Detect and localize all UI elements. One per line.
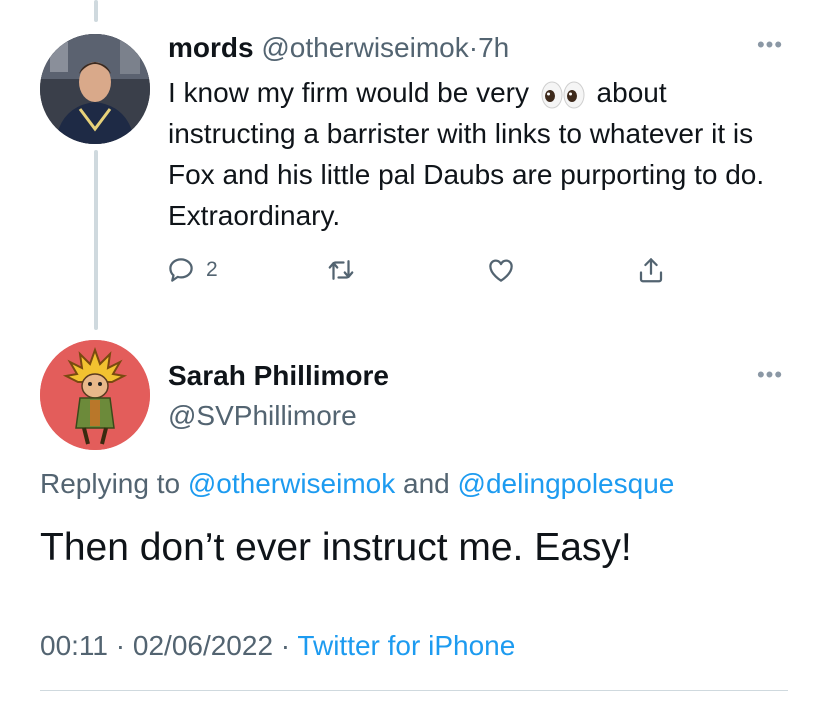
tweet-text: I know my firm would be very about instr… — [168, 72, 788, 236]
reply-icon — [169, 258, 193, 282]
mention-link-delingpolesque[interactable]: @delingpolesque — [458, 468, 675, 499]
separator-dot: · — [273, 630, 298, 661]
cartoon-character-avatar-icon — [40, 340, 150, 450]
tweet-time[interactable]: 7h — [478, 32, 509, 63]
share-icon — [639, 258, 663, 283]
separator-dot: · — [108, 630, 133, 661]
replying-to: Replying to @otherwiseimok and @delingpo… — [40, 466, 674, 502]
replying-prefix: Replying to — [40, 468, 188, 499]
thread-line-connector — [94, 150, 98, 330]
tweet-source-link[interactable]: Twitter for iPhone — [297, 630, 515, 661]
more-horizontal-icon[interactable]: ••• — [750, 32, 790, 57]
display-name[interactable]: mords — [168, 32, 254, 63]
avatar[interactable] — [40, 340, 150, 450]
tweet-text-part1: I know my firm would be very — [168, 77, 529, 108]
mention-link-otherwiseimok[interactable]: @otherwiseimok — [188, 468, 395, 499]
tweet-actions: 2 — [166, 248, 686, 292]
retweet-button[interactable] — [326, 248, 356, 292]
user-photo-icon — [40, 34, 150, 144]
reply-count: 2 — [206, 258, 218, 281]
like-icon — [489, 259, 513, 282]
user-handle[interactable]: @otherwiseimok — [261, 32, 468, 63]
share-button[interactable] — [636, 248, 666, 292]
eyes-emoji-icon — [541, 80, 585, 110]
separator-dot: · — [468, 32, 479, 63]
tweet-meta: 00:11 · 02/06/2022 · Twitter for iPhone — [40, 628, 515, 664]
thread-line-top — [94, 0, 98, 22]
like-button[interactable] — [486, 248, 516, 292]
retweet-icon — [328, 260, 354, 280]
divider — [40, 690, 788, 691]
tweet-header: mords @otherwiseimok·7h — [168, 30, 509, 66]
user-handle[interactable]: @SVPhillimore — [168, 398, 357, 434]
tweet-date[interactable]: 02/06/2022 — [133, 630, 273, 661]
more-horizontal-icon[interactable]: ••• — [750, 362, 790, 387]
tweet-text: Then don’t ever instruct me. Easy! — [40, 526, 632, 569]
replying-and: and — [395, 468, 458, 499]
display-name[interactable]: Sarah Phillimore — [168, 358, 389, 394]
avatar[interactable] — [40, 34, 150, 144]
reply-button[interactable]: 2 — [166, 248, 218, 292]
tweet-time[interactable]: 00:11 — [40, 630, 108, 661]
